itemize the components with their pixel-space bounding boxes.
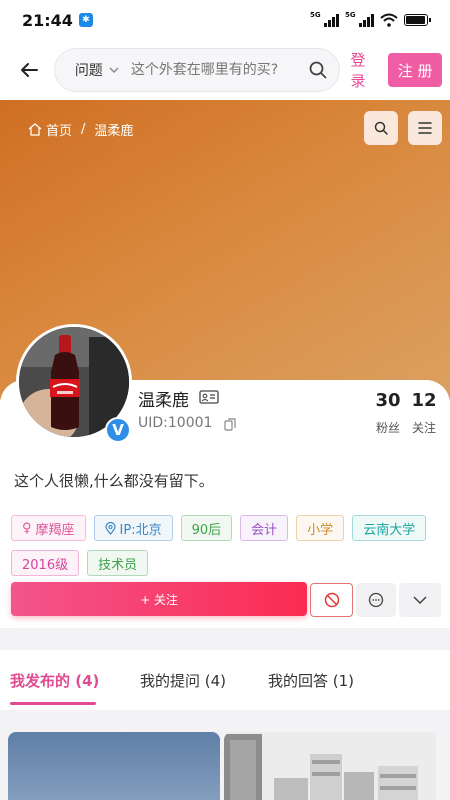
active-tab-indicator <box>10 702 96 705</box>
follow-button[interactable]: + 关注 <box>11 582 307 616</box>
block-button[interactable] <box>310 583 353 617</box>
tag-list: ♀ 摩羯座 IP:北京 90后 会计 小学 云南大学 2016级 技术员 <box>11 515 441 576</box>
tag-label: 摩羯座 <box>35 522 75 538</box>
fans-label: 粉丝 <box>375 421 400 435</box>
following-count: 12 <box>411 390 437 411</box>
tag-label: 90后 <box>191 522 222 538</box>
status-bar: 21:44 ✱ 5G 5G <box>0 0 450 40</box>
tag-label: 小学 <box>307 522 334 538</box>
username: 温柔鹿 <box>138 391 189 411</box>
battery-icon <box>404 14 431 26</box>
chat-icon <box>368 592 384 608</box>
cellular-signal-icon-2: 5G <box>345 11 374 27</box>
fans-stat[interactable]: 30 粉丝 <box>364 390 412 436</box>
tag-item[interactable]: IP:北京 <box>93 515 173 541</box>
breadcrumb: 首页 / 温柔鹿 <box>28 120 133 139</box>
cellular-signal-icon: 5G <box>310 11 339 27</box>
copy-icon[interactable] <box>224 418 236 431</box>
search-box: 问题 <box>53 48 341 92</box>
register-button[interactable]: 注 册 <box>388 53 442 87</box>
status-indicators: 5G 5G <box>310 11 431 27</box>
tag-label: 技术员 <box>98 557 138 573</box>
tag-item[interactable]: 小学 <box>296 515 345 541</box>
chevron-down-icon[interactable] <box>109 67 119 73</box>
breadcrumb-separator: / <box>81 122 86 137</box>
more-actions-button[interactable] <box>399 583 441 617</box>
following-stat[interactable]: 12 关注 <box>406 390 442 436</box>
user-uid: UID:10001 <box>138 415 213 431</box>
tab-my-answers[interactable]: 我的回答 (1) <box>268 670 354 691</box>
tag-item[interactable]: 2016级 <box>11 550 80 576</box>
arrow-left-icon <box>20 63 38 77</box>
breadcrumb-home[interactable]: 首页 <box>46 120 72 139</box>
post-feed <box>0 710 450 800</box>
breadcrumb-current: 温柔鹿 <box>94 124 134 139</box>
id-card-icon[interactable] <box>199 390 219 404</box>
search-type-select[interactable]: 问题 <box>75 60 103 80</box>
tab-my-questions[interactable]: 我的提问 (4) <box>140 670 226 691</box>
message-button[interactable] <box>356 583 396 617</box>
post-thumbnail[interactable] <box>224 732 436 800</box>
back-button[interactable] <box>12 53 46 87</box>
block-icon <box>324 592 339 608</box>
banner-search-button[interactable] <box>364 111 398 145</box>
search-icon <box>374 121 388 135</box>
buildings-image <box>224 732 436 800</box>
following-label: 关注 <box>411 421 436 435</box>
home-icon <box>28 123 42 136</box>
tag-item[interactable]: 云南大学 <box>352 515 427 541</box>
banner-menu-button[interactable] <box>408 111 442 145</box>
wifi-icon <box>380 13 398 27</box>
tag-item[interactable]: 会计 <box>240 515 289 541</box>
female-icon: ♀ <box>22 520 32 536</box>
status-time: 21:44 <box>22 10 73 30</box>
tag-item[interactable]: ♀ 摩羯座 <box>11 515 86 541</box>
post-thumbnail[interactable] <box>8 732 220 800</box>
chevron-down-icon <box>413 596 427 604</box>
tag-label: 2016级 <box>22 557 69 573</box>
search-input[interactable] <box>130 62 310 78</box>
menu-icon <box>418 122 432 134</box>
fans-count: 30 <box>375 390 401 411</box>
content-tabs: 我发布的 (4) 我的提问 (4) 我的回答 (1) <box>0 650 450 710</box>
tag-label: IP:北京 <box>119 522 162 538</box>
bio: 这个人很懒,什么都没有留下。 <box>14 472 214 490</box>
login-link[interactable]: 登录 <box>350 49 380 91</box>
bluetooth-icon: ✱ <box>78 13 93 27</box>
tag-label: 会计 <box>251 522 278 538</box>
tag-item[interactable]: 技术员 <box>87 550 149 576</box>
top-nav: 问题 登录 注 册 <box>0 40 450 100</box>
verified-badge: V <box>105 417 131 443</box>
location-icon <box>104 521 116 535</box>
tag-label: 云南大学 <box>363 522 416 538</box>
search-icon[interactable] <box>309 61 327 79</box>
tab-my-posts[interactable]: 我发布的 (4) <box>10 670 99 691</box>
tag-item[interactable]: 90后 <box>180 515 233 541</box>
